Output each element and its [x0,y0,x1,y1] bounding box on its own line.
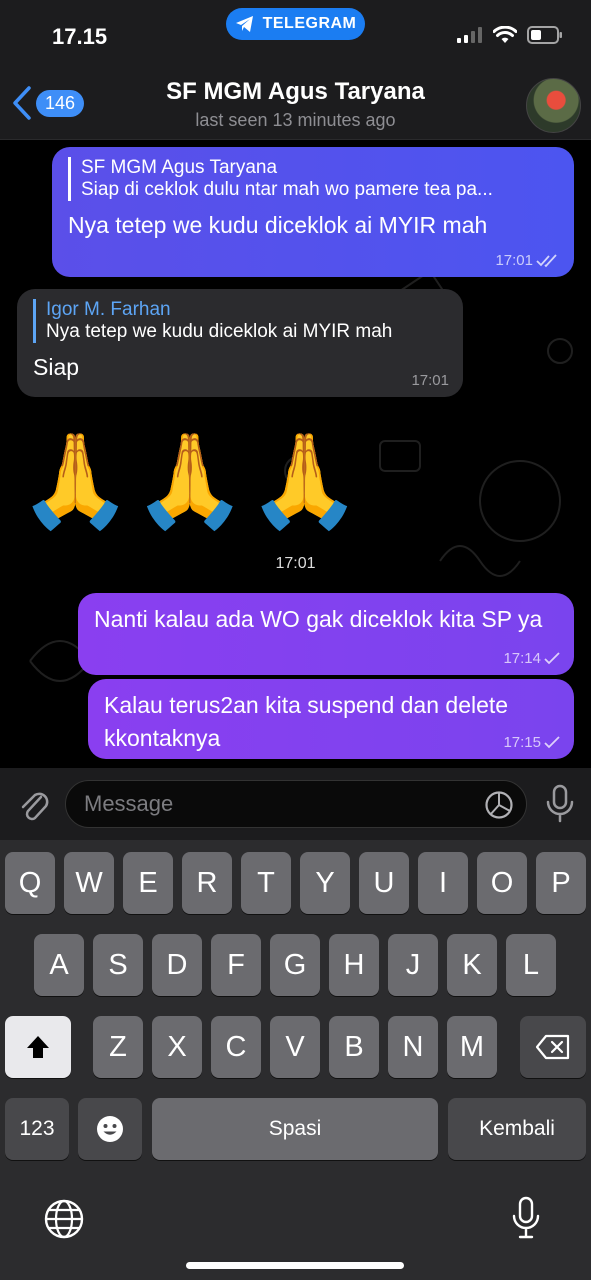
backspace-icon [535,1034,570,1060]
message-bubble-outgoing[interactable]: Kalau terus2an kita suspend dan delete k… [88,679,574,759]
key-k[interactable]: K [447,934,497,996]
key-g[interactable]: G [270,934,320,996]
message-text: Siap [33,354,80,380]
key-x[interactable]: X [152,1016,202,1078]
key-v[interactable]: V [270,1016,320,1078]
globe-icon[interactable] [43,1198,85,1240]
home-indicator[interactable] [186,1262,404,1269]
message-bubble-outgoing[interactable]: Nanti kalau ada WO gak diceklok kita SP … [78,593,574,675]
key-h[interactable]: H [329,934,379,996]
chat-subtitle: last seen 13 minutes ago [195,110,396,130]
reply-quote[interactable]: Igor M. Farhan Nya tetep we kudu diceklo… [33,299,447,343]
key-e[interactable]: E [123,852,173,914]
battery-icon [527,26,562,44]
key-r[interactable]: R [182,852,232,914]
message-time: 17:01 [411,372,449,389]
status-icons [457,26,563,44]
unread-count-badge: 146 [36,89,85,117]
return-key[interactable]: Kembali [448,1098,586,1160]
key-l[interactable]: L [506,934,556,996]
reply-quote[interactable]: SF MGM Agus Taryana Siap di ceklok dulu … [68,157,558,201]
emoji-icon [97,1116,123,1142]
message-time: 17:15 [503,734,541,751]
microphone-icon[interactable] [545,784,575,824]
key-o[interactable]: O [477,852,527,914]
message-input[interactable] [65,780,527,828]
dictation-mic-icon[interactable] [510,1196,542,1240]
message-time: 17:14 [503,650,541,667]
message-bubble-incoming[interactable]: Igor M. Farhan Nya tetep we kudu diceklo… [17,289,463,397]
chat-area[interactable]: SF MGM Agus Taryana Siap di ceklok dulu … [0,141,591,768]
key-b[interactable]: B [329,1016,379,1078]
key-s[interactable]: S [93,934,143,996]
status-bar: 17.15 TELEGRAM [0,0,591,70]
wifi-icon [493,26,517,43]
chat-header: 146 SF MGM Agus Taryana last seen 13 min… [0,70,591,140]
composer-bar [0,768,591,840]
message-meta: 17:14 [503,650,560,667]
double-check-icon [536,253,557,267]
message-bubble-outgoing[interactable]: SF MGM Agus Taryana Siap di ceklok dulu … [52,147,574,277]
key-c[interactable]: C [211,1016,261,1078]
check-icon [544,651,560,664]
paperclip-icon[interactable] [16,785,50,823]
numbers-key[interactable]: 123 [5,1098,69,1160]
key-w[interactable]: W [64,852,114,914]
chevron-left-icon [13,86,31,120]
chat-title[interactable]: SF MGM Agus Taryana [110,78,481,106]
message-meta: 17:15 [503,734,560,751]
key-u[interactable]: U [359,852,409,914]
key-y[interactable]: Y [300,852,350,914]
message-text: Nanti kalau ada WO gak diceklok kita SP … [94,606,543,632]
key-j[interactable]: J [388,934,438,996]
key-t[interactable]: T [241,852,291,914]
key-p[interactable]: P [536,852,586,914]
message-meta: 17:01 [411,372,449,389]
backspace-key[interactable] [520,1016,586,1078]
telegram-return-pill[interactable]: TELEGRAM [226,8,365,40]
message-text: Nya tetep we kudu diceklok ai MYIR mah [68,212,488,238]
reply-text: Siap di ceklok dulu ntar mah wo pamere t… [81,179,493,200]
shift-arrow-icon [27,1036,49,1058]
avatar[interactable] [526,78,581,133]
key-f[interactable]: F [211,934,261,996]
key-m[interactable]: M [447,1016,497,1078]
key-a[interactable]: A [34,934,84,996]
key-q[interactable]: Q [5,852,55,914]
reply-author: Igor M. Farhan [46,299,171,320]
space-key[interactable]: Spasi [152,1098,438,1160]
status-time: 17.15 [52,24,108,49]
keyboard: Q W E R T Y U I O P A S D F G H J K L Z … [0,840,591,1280]
key-n[interactable]: N [388,1016,438,1078]
telegram-icon [235,16,253,32]
reply-text: Nya tetep we kudu diceklok ai MYIR mah [46,321,393,342]
reply-author: SF MGM Agus Taryana [81,157,278,178]
key-z[interactable]: Z [93,1016,143,1078]
app-label: TELEGRAM [262,15,357,32]
emoji-key[interactable] [78,1098,142,1160]
message-time: 17:01 [275,555,316,572]
message-time: 17:01 [495,252,533,269]
check-icon [544,735,560,748]
key-i[interactable]: I [418,852,468,914]
message-meta: 17:01 [495,252,560,269]
emoji-message[interactable]: 🙏🙏🙏 [18,431,362,531]
key-d[interactable]: D [152,934,202,996]
signal-icon [457,27,482,43]
sticker-icon[interactable] [484,790,514,820]
back-button[interactable]: 146 [12,86,85,120]
shift-key[interactable] [5,1016,71,1078]
